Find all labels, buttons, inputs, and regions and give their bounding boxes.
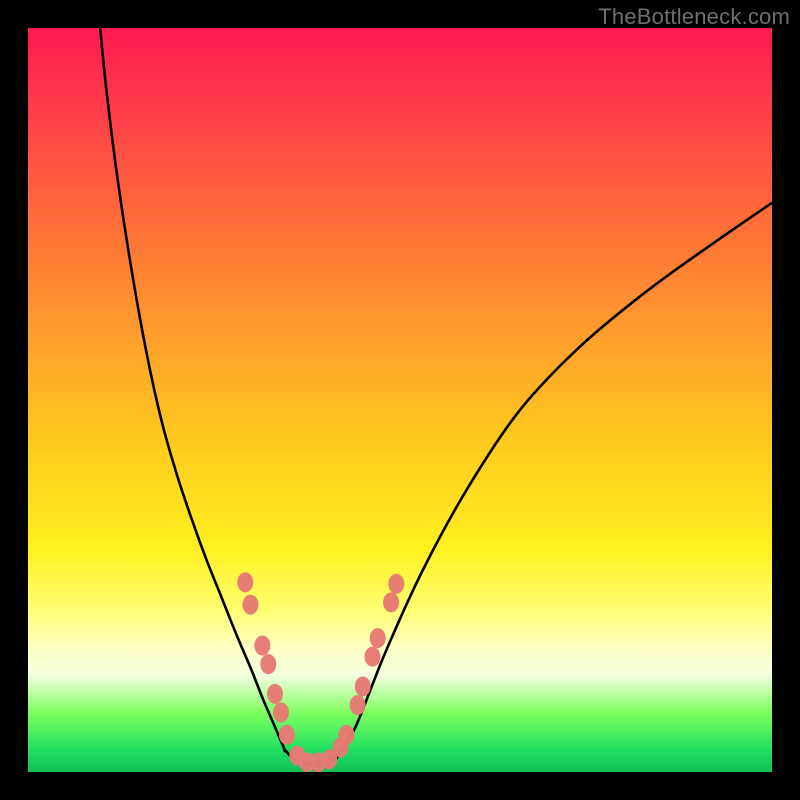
data-marker (242, 595, 258, 615)
data-marker (388, 574, 404, 594)
curve-layer (100, 28, 772, 765)
data-marker (273, 702, 289, 722)
data-marker (338, 725, 354, 745)
data-marker (370, 628, 386, 648)
outer-frame: TheBottleneck.com (0, 0, 800, 800)
data-marker (260, 654, 276, 674)
data-marker (267, 684, 283, 704)
data-marker (237, 572, 253, 592)
data-marker (350, 695, 366, 715)
data-marker (355, 676, 371, 696)
watermark-text: TheBottleneck.com (598, 4, 790, 30)
data-marker (279, 725, 295, 745)
plot-area (28, 28, 772, 772)
data-marker (254, 636, 270, 656)
marker-layer (237, 572, 404, 772)
data-marker (364, 647, 380, 667)
bottleneck-curve (100, 28, 772, 765)
chart-svg (28, 28, 772, 772)
data-marker (383, 592, 399, 612)
